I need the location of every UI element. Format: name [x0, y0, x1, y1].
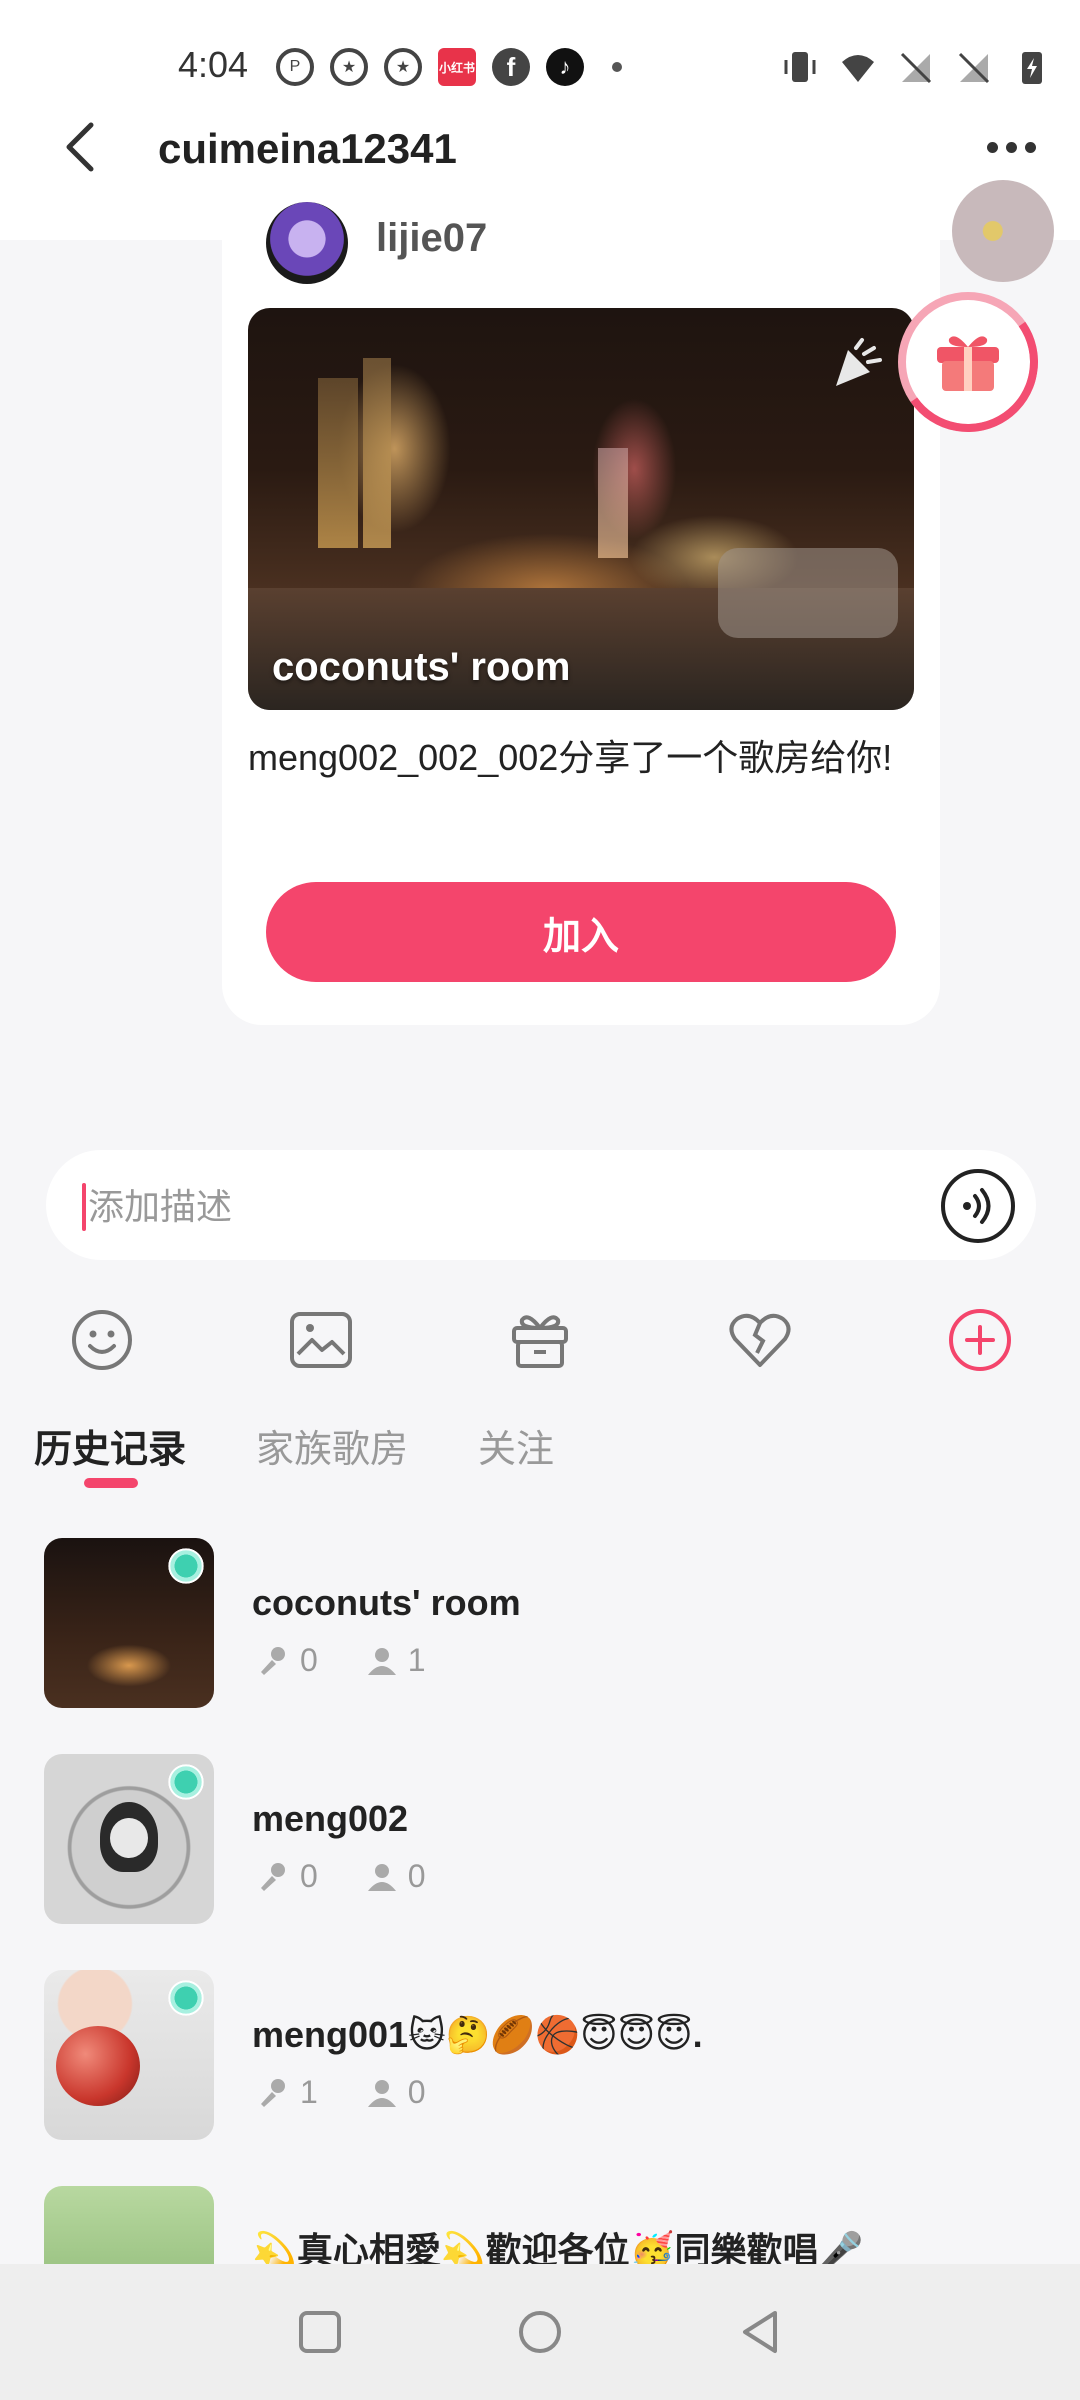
- chevron-left-icon: [66, 122, 94, 172]
- room-title: coconuts' room: [272, 645, 571, 689]
- input-placeholder: 添加描述: [88, 1186, 233, 1227]
- person-icon: [367, 1647, 396, 1675]
- emoji-icon: [72, 1310, 132, 1370]
- xiaohongshu-icon: 小红书: [438, 48, 476, 86]
- text-caret: [82, 1183, 86, 1231]
- listener-count: 0: [407, 2074, 426, 2110]
- room-thumbnail: [44, 1754, 214, 1924]
- facebook-icon: f: [492, 48, 530, 86]
- room-stats: 0 0: [256, 1858, 426, 1895]
- join-button[interactable]: 加入: [266, 882, 896, 982]
- tab-history[interactable]: 历史记录: [34, 1420, 186, 1480]
- room-name: meng002: [252, 1798, 409, 1839]
- notification-icons: P ★ ★ 小红书 f ♪: [276, 48, 622, 86]
- star-app-icon: ★: [384, 48, 422, 86]
- room-name: meng001🐱🤔🏉🏀😇😇😇.: [252, 2014, 703, 2055]
- voice-input-button[interactable]: [941, 1169, 1015, 1243]
- room-thumbnail: [44, 1538, 214, 1708]
- sender-avatar[interactable]: [266, 202, 348, 284]
- level-badge-icon: [166, 1546, 206, 1586]
- listener-count: 0: [407, 1858, 426, 1894]
- singer-count: 1: [300, 2074, 318, 2110]
- emoji-button[interactable]: [62, 1300, 142, 1380]
- tab-following[interactable]: 关注: [478, 1420, 554, 1480]
- singer-count: 0: [300, 1858, 318, 1894]
- room-cover-image[interactable]: coconuts' room: [248, 308, 914, 710]
- pinterest-icon: P: [276, 48, 314, 86]
- plus-icon: [949, 1309, 1011, 1371]
- page-title: cuimeina12341: [158, 125, 457, 172]
- more-options-button[interactable]: [976, 122, 1046, 172]
- back-button[interactable]: [50, 112, 110, 182]
- gift-button[interactable]: [886, 280, 1050, 444]
- tab-family-rooms[interactable]: 家族歌房: [256, 1420, 408, 1480]
- wifi-icon: [842, 55, 874, 82]
- tiktok-icon: ♪: [546, 48, 584, 86]
- vibrate-icon: [784, 52, 816, 82]
- no-signal-icon: [900, 52, 932, 84]
- circle-icon: [519, 2311, 561, 2353]
- active-tab-indicator: [84, 1478, 138, 1488]
- star-app-icon: ★: [330, 48, 368, 86]
- triangle-back-icon: [743, 2311, 777, 2353]
- building-shape: [318, 378, 358, 548]
- more-dot: [1005, 141, 1017, 153]
- square-icon: [299, 2311, 341, 2353]
- no-signal-icon: [958, 52, 990, 84]
- broken-heart-icon: [729, 1313, 791, 1367]
- apple-shape: [56, 2026, 140, 2106]
- recents-button[interactable]: [292, 2304, 348, 2360]
- avatar-face: [110, 1818, 148, 1858]
- car-shape: [718, 548, 898, 638]
- building-shape: [598, 448, 628, 558]
- building-shape: [363, 358, 391, 548]
- more-dot: [986, 141, 998, 153]
- level-badge-icon: [166, 1762, 206, 1802]
- message-toolbar: [0, 1300, 1080, 1380]
- person-icon: [367, 1863, 396, 1891]
- peer-avatar[interactable]: [952, 180, 1054, 282]
- person-icon: [367, 2079, 396, 2107]
- gift-send-button[interactable]: [500, 1300, 580, 1380]
- list-item[interactable]: coconuts' room 0 1: [0, 1538, 1080, 1718]
- back-nav-button[interactable]: [732, 2304, 788, 2360]
- home-button[interactable]: [512, 2304, 568, 2360]
- image-button[interactable]: [281, 1300, 361, 1380]
- strawberry-icon: [836, 338, 882, 386]
- room-stats: 1 0: [256, 2074, 426, 2111]
- list-item[interactable]: meng002 0 0: [0, 1754, 1080, 1934]
- more-notifications-dot: [612, 62, 622, 72]
- listener-count: 1: [407, 1642, 426, 1678]
- system-nav-bar: [0, 2264, 1080, 2400]
- more-dot: [1024, 141, 1036, 153]
- microphone-icon: [261, 2078, 285, 2107]
- sender-name: lijie07: [376, 216, 488, 260]
- status-time: 4:04: [178, 44, 249, 85]
- heart-button[interactable]: [720, 1300, 800, 1380]
- room-stats: 0 1: [256, 1642, 426, 1679]
- share-message-text: meng002_002_002分享了一个歌房给你!: [248, 737, 893, 778]
- singer-count: 0: [300, 1642, 318, 1678]
- microphone-icon: [261, 1862, 285, 1891]
- level-badge-icon: [166, 1978, 206, 2018]
- gift-icon: [512, 1315, 568, 1368]
- sound-wave-icon: [963, 1188, 991, 1224]
- room-thumbnail: [44, 1970, 214, 2140]
- list-item[interactable]: meng001🐱🤔🏉🏀😇😇😇. 1 0: [0, 1970, 1080, 2150]
- room-name: coconuts' room: [252, 1582, 521, 1623]
- image-icon: [290, 1312, 352, 1368]
- more-plus-button[interactable]: [940, 1300, 1020, 1380]
- battery-charging-icon: [1022, 52, 1042, 84]
- microphone-icon: [261, 1646, 285, 1675]
- room-tabs: 历史记录 家族歌房 关注: [0, 1420, 1080, 1500]
- system-status-icons: [782, 48, 1050, 86]
